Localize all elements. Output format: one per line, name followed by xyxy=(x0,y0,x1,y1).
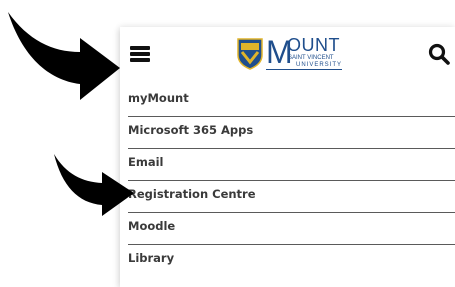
pointer-arrow-icon xyxy=(8,12,120,100)
logo-subline-1: SAINT VINCENT xyxy=(288,55,334,61)
main-menu: myMount Microsoft 365 Apps Email Registr… xyxy=(120,85,455,276)
menu-item-mymount[interactable]: myMount xyxy=(128,85,455,117)
logo-subline-2: UNIVERSITY xyxy=(296,62,343,68)
menu-item-label: Registration Centre xyxy=(128,187,256,201)
search-icon[interactable] xyxy=(428,43,450,65)
logo-word: OUNT xyxy=(287,35,340,55)
crest-icon xyxy=(237,38,263,70)
logo-underline xyxy=(266,69,342,70)
mobile-site-frame: M OUNT SAINT VINCENT UNIVERSITY myMount … xyxy=(120,27,455,287)
menu-item-registration-centre[interactable]: Registration Centre xyxy=(128,181,455,213)
menu-item-library[interactable]: Library xyxy=(128,245,455,276)
university-logo[interactable]: M OUNT SAINT VINCENT UNIVERSITY xyxy=(237,34,343,72)
menu-item-label: myMount xyxy=(128,91,189,105)
pointer-arrow-icon xyxy=(54,154,134,216)
site-header: M OUNT SAINT VINCENT UNIVERSITY xyxy=(120,27,455,85)
menu-item-label: Microsoft 365 Apps xyxy=(128,123,254,137)
menu-item-label: Library xyxy=(128,251,175,265)
menu-item-email[interactable]: Email xyxy=(128,149,455,181)
menu-item-moodle[interactable]: Moodle xyxy=(128,213,455,245)
menu-item-microsoft-365[interactable]: Microsoft 365 Apps xyxy=(128,117,455,149)
hamburger-icon[interactable] xyxy=(130,46,150,62)
